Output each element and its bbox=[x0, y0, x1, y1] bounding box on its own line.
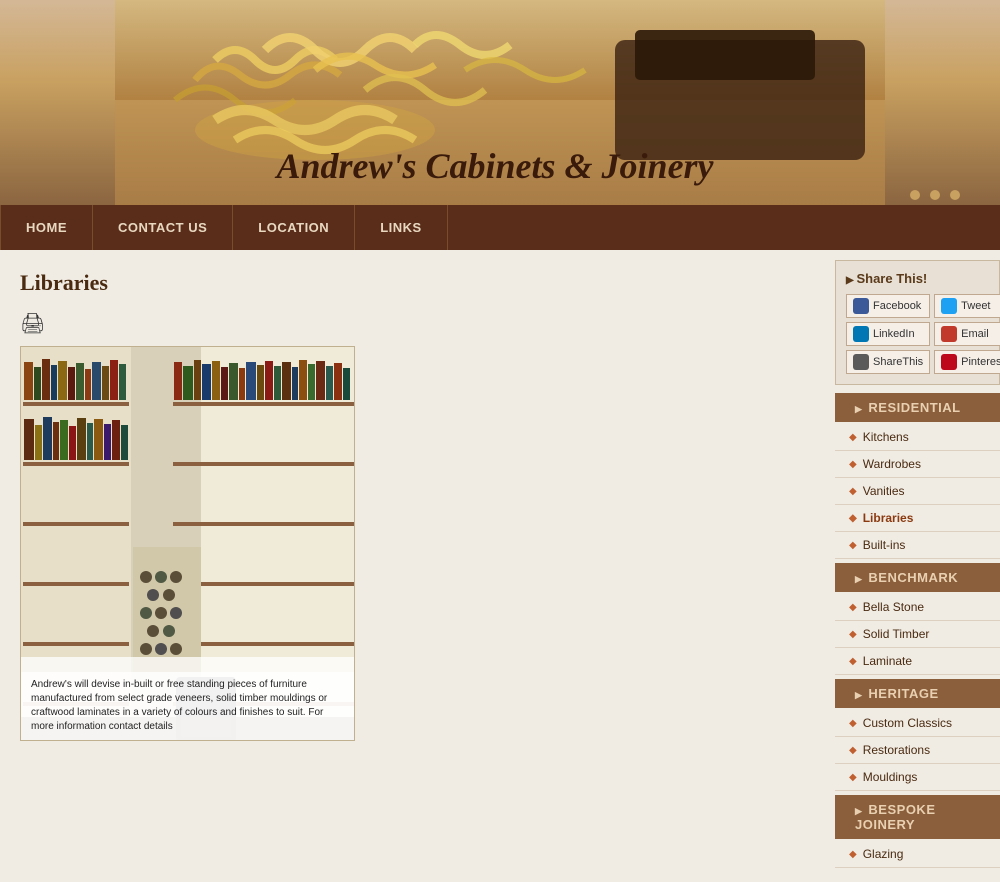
arrow-kitchens: ◆ bbox=[849, 432, 857, 443]
content-area: Libraries 🖨 bbox=[0, 250, 1000, 882]
arrow-mouldings: ◆ bbox=[849, 772, 857, 783]
mouldings-label: Mouldings bbox=[863, 770, 918, 784]
nav-contact[interactable]: CONTACT US bbox=[93, 205, 233, 250]
sidebar-item-restorations[interactable]: ◆ Restorations bbox=[835, 737, 1000, 764]
banner-image: Andrew's Cabinets & Joinery bbox=[0, 0, 1000, 205]
bespoke-items: ◆ Glazing bbox=[835, 841, 1000, 868]
restorations-label: Restorations bbox=[863, 743, 930, 757]
share-email[interactable]: Email bbox=[934, 322, 1000, 346]
share-buttons: Facebook Tweet LinkedIn Email bbox=[846, 294, 989, 374]
share-facebook[interactable]: Facebook bbox=[846, 294, 930, 318]
sidebar-item-wardrobes[interactable]: ◆ Wardrobes bbox=[835, 451, 1000, 478]
arrow-classics: ◆ bbox=[849, 718, 857, 729]
svg-text:Andrew's Cabinets & Joinery: Andrew's Cabinets & Joinery bbox=[274, 146, 714, 186]
page-title: Libraries bbox=[20, 270, 815, 296]
print-icon[interactable]: 🖨 bbox=[20, 313, 45, 335]
header-banner: Andrew's Cabinets & Joinery bbox=[0, 0, 1000, 205]
facebook-label: Facebook bbox=[873, 300, 921, 312]
arrow-laminate: ◆ bbox=[849, 656, 857, 667]
linkedin-label: LinkedIn bbox=[873, 328, 915, 340]
glazing-label: Glazing bbox=[863, 847, 904, 861]
email-icon bbox=[941, 326, 957, 342]
sidebar-item-libraries[interactable]: ◆ Libraries bbox=[835, 505, 1000, 532]
sidebar-item-laminate[interactable]: ◆ Laminate bbox=[835, 648, 1000, 675]
wardrobes-label: Wardrobes bbox=[863, 457, 921, 471]
sidebar-item-custom-classics[interactable]: ◆ Custom Classics bbox=[835, 710, 1000, 737]
arrow-bella: ◆ bbox=[849, 602, 857, 613]
banner-svg: Andrew's Cabinets & Joinery bbox=[0, 0, 1000, 205]
arrow-builtins: ◆ bbox=[849, 540, 857, 551]
nav-links[interactable]: LINKS bbox=[355, 205, 448, 250]
sidebar-item-bella-stone[interactable]: ◆ Bella Stone bbox=[835, 594, 1000, 621]
arrow-wardrobes: ◆ bbox=[849, 459, 857, 470]
print-icon-area: 🖨 bbox=[20, 311, 815, 336]
sidebar-item-kitchens[interactable]: ◆ Kitchens bbox=[835, 424, 1000, 451]
share-sharethis[interactable]: ShareThis bbox=[846, 350, 930, 374]
arrow-glazing: ◆ bbox=[849, 849, 857, 860]
share-linkedin[interactable]: LinkedIn bbox=[846, 322, 930, 346]
section-benchmark: BENCHMARK bbox=[835, 563, 1000, 592]
sidebar-item-vanities[interactable]: ◆ Vanities bbox=[835, 478, 1000, 505]
section-residential: RESIDENTIAL bbox=[835, 393, 1000, 422]
share-box: Share This! Facebook Tweet LinkedIn bbox=[835, 260, 1000, 385]
main-content: Libraries 🖨 bbox=[0, 250, 835, 882]
image-caption: Andrew's will devise in-built or free st… bbox=[21, 672, 354, 740]
solid-timber-label: Solid Timber bbox=[863, 627, 930, 641]
laminate-label: Laminate bbox=[863, 654, 912, 668]
share-tweet[interactable]: Tweet bbox=[934, 294, 1000, 318]
arrow-libraries: ◆ bbox=[849, 513, 857, 524]
sharethis-icon bbox=[853, 354, 869, 370]
pinterest-label: Pinterest bbox=[961, 356, 1000, 368]
bella-stone-label: Bella Stone bbox=[863, 600, 924, 614]
sharethis-label: ShareThis bbox=[873, 356, 923, 368]
tweet-icon bbox=[941, 298, 957, 314]
nav-home[interactable]: HOME bbox=[0, 205, 93, 250]
sidebar-item-glazing[interactable]: ◆ Glazing bbox=[835, 841, 1000, 868]
navigation: HOME CONTACT US LOCATION LINKS bbox=[0, 205, 1000, 250]
pinterest-icon bbox=[941, 354, 957, 370]
sidebar-item-solid-timber[interactable]: ◆ Solid Timber bbox=[835, 621, 1000, 648]
library-photo: Andrew's will devise in-built or free st… bbox=[20, 346, 355, 741]
linkedin-icon bbox=[853, 326, 869, 342]
sidebar-item-builtins[interactable]: ◆ Built-ins bbox=[835, 532, 1000, 559]
email-label: Email bbox=[961, 328, 989, 340]
facebook-icon bbox=[853, 298, 869, 314]
share-pinterest[interactable]: Pinterest bbox=[934, 350, 1000, 374]
kitchens-label: Kitchens bbox=[863, 430, 909, 444]
sidebar: Share This! Facebook Tweet LinkedIn bbox=[835, 250, 1000, 882]
heritage-items: ◆ Custom Classics ◆ Restorations ◆ Mould… bbox=[835, 710, 1000, 791]
sidebar-item-mouldings[interactable]: ◆ Mouldings bbox=[835, 764, 1000, 791]
libraries-label: Libraries bbox=[863, 511, 914, 525]
section-heritage: HERITAGE bbox=[835, 679, 1000, 708]
arrow-vanities: ◆ bbox=[849, 486, 857, 497]
builtins-label: Built-ins bbox=[863, 538, 906, 552]
section-bespoke: BESPOKE JOINERY bbox=[835, 795, 1000, 839]
benchmark-items: ◆ Bella Stone ◆ Solid Timber ◆ Laminate bbox=[835, 594, 1000, 675]
arrow-timber: ◆ bbox=[849, 629, 857, 640]
nav-location[interactable]: LOCATION bbox=[233, 205, 355, 250]
vanities-label: Vanities bbox=[863, 484, 905, 498]
tweet-label: Tweet bbox=[961, 300, 990, 312]
arrow-restorations: ◆ bbox=[849, 745, 857, 756]
custom-classics-label: Custom Classics bbox=[863, 716, 952, 730]
library-photo-wrapper: Andrew's will devise in-built or free st… bbox=[20, 346, 815, 741]
share-title: Share This! bbox=[846, 271, 989, 286]
residential-items: ◆ Kitchens ◆ Wardrobes ◆ Vanities ◆ Libr… bbox=[835, 424, 1000, 559]
